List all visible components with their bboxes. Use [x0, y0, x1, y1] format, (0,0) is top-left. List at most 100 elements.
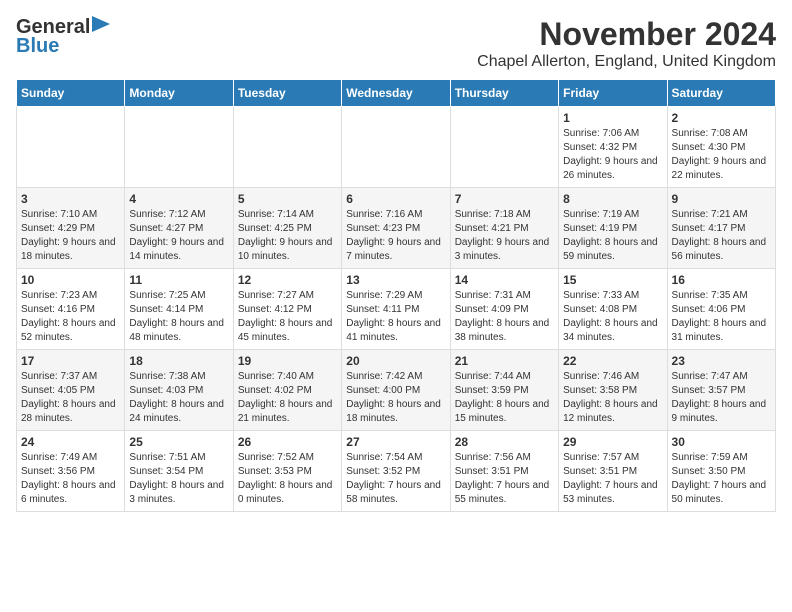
day-info: Sunrise: 7:12 AM Sunset: 4:27 PM Dayligh…: [129, 208, 228, 264]
calendar-header-row: SundayMondayTuesdayWednesdayThursdayFrid…: [17, 80, 776, 107]
calendar-cell: 16 Sunrise: 7:35 AM Sunset: 4:06 PM Dayli…: [667, 269, 775, 350]
calendar-cell: 1 Sunrise: 7:06 AM Sunset: 4:32 PM Daylig…: [559, 107, 667, 188]
day-info: Sunrise: 7:23 AM Sunset: 4:16 PM Dayligh…: [21, 289, 120, 345]
calendar-cell: 10 Sunrise: 7:23 AM Sunset: 4:16 PM Dayli…: [17, 269, 125, 350]
day-info: Sunrise: 7:54 AM Sunset: 3:52 PM Dayligh…: [346, 451, 445, 507]
day-info: Sunrise: 7:46 AM Sunset: 3:58 PM Dayligh…: [563, 370, 662, 426]
day-number: 7: [455, 192, 554, 206]
day-number: 25: [129, 435, 228, 449]
calendar-cell: 22 Sunrise: 7:46 AM Sunset: 3:58 PM Dayli…: [559, 350, 667, 431]
calendar-cell: 19 Sunrise: 7:40 AM Sunset: 4:02 PM Dayli…: [233, 350, 341, 431]
calendar-cell: 3 Sunrise: 7:10 AM Sunset: 4:29 PM Daylig…: [17, 188, 125, 269]
day-number: 30: [672, 435, 771, 449]
calendar-week-row: 1 Sunrise: 7:06 AM Sunset: 4:32 PM Daylig…: [17, 107, 776, 188]
day-info: Sunrise: 7:51 AM Sunset: 3:54 PM Dayligh…: [129, 451, 228, 507]
day-info: Sunrise: 7:42 AM Sunset: 4:00 PM Dayligh…: [346, 370, 445, 426]
day-number: 12: [238, 273, 337, 287]
day-info: Sunrise: 7:59 AM Sunset: 3:50 PM Dayligh…: [672, 451, 771, 507]
calendar-cell: 8Sunrise: 7:19 AM Sunset: 4:19 PM Daylig…: [559, 188, 667, 269]
calendar-cell: [125, 107, 233, 188]
day-info: Sunrise: 7:52 AM Sunset: 3:53 PM Dayligh…: [238, 451, 337, 507]
page-header: General Blue November 2024 Chapel Allert…: [16, 16, 776, 71]
day-number: 18: [129, 354, 228, 368]
day-info: Sunrise: 7:44 AM Sunset: 3:59 PM Dayligh…: [455, 370, 554, 426]
calendar-header-sunday: Sunday: [17, 80, 125, 107]
calendar-cell: 2Sunrise: 7:08 AM Sunset: 4:30 PM Daylig…: [667, 107, 775, 188]
calendar-cell: 4 Sunrise: 7:12 AM Sunset: 4:27 PM Daylig…: [125, 188, 233, 269]
day-info: Sunrise: 7:29 AM Sunset: 4:11 PM Dayligh…: [346, 289, 445, 345]
day-number: 24: [21, 435, 120, 449]
day-number: 22: [563, 354, 662, 368]
calendar-cell: 23 Sunrise: 7:47 AM Sunset: 3:57 PM Dayli…: [667, 350, 775, 431]
day-info: Sunrise: 7:56 AM Sunset: 3:51 PM Dayligh…: [455, 451, 554, 507]
calendar-cell: 30 Sunrise: 7:59 AM Sunset: 3:50 PM Dayli…: [667, 431, 775, 512]
day-info: Sunrise: 7:21 AM Sunset: 4:17 PM Dayligh…: [672, 208, 771, 264]
day-number: 2: [672, 111, 771, 125]
day-number: 19: [238, 354, 337, 368]
day-info: Sunrise: 7:27 AM Sunset: 4:12 PM Dayligh…: [238, 289, 337, 345]
day-info: Sunrise: 7:06 AM Sunset: 4:32 PM Dayligh…: [563, 127, 662, 183]
day-number: 5: [238, 192, 337, 206]
day-number: 16: [672, 273, 771, 287]
calendar-week-row: 3 Sunrise: 7:10 AM Sunset: 4:29 PM Daylig…: [17, 188, 776, 269]
day-number: 1: [563, 111, 662, 125]
day-number: 13: [346, 273, 445, 287]
calendar-table: SundayMondayTuesdayWednesdayThursdayFrid…: [16, 79, 776, 512]
logo: General Blue: [16, 16, 112, 58]
calendar-header-saturday: Saturday: [667, 80, 775, 107]
calendar-cell: 26Sunrise: 7:52 AM Sunset: 3:53 PM Dayli…: [233, 431, 341, 512]
day-number: 6: [346, 192, 445, 206]
day-info: Sunrise: 7:10 AM Sunset: 4:29 PM Dayligh…: [21, 208, 120, 264]
calendar-cell: 25 Sunrise: 7:51 AM Sunset: 3:54 PM Dayli…: [125, 431, 233, 512]
day-info: Sunrise: 7:35 AM Sunset: 4:06 PM Dayligh…: [672, 289, 771, 345]
day-number: 10: [21, 273, 120, 287]
day-number: 11: [129, 273, 228, 287]
day-info: Sunrise: 7:37 AM Sunset: 4:05 PM Dayligh…: [21, 370, 120, 426]
day-number: 9: [672, 192, 771, 206]
calendar-cell: 5Sunrise: 7:14 AM Sunset: 4:25 PM Daylig…: [233, 188, 341, 269]
day-info: Sunrise: 7:38 AM Sunset: 4:03 PM Dayligh…: [129, 370, 228, 426]
month-title: November 2024: [477, 16, 776, 53]
calendar-cell: 27Sunrise: 7:54 AM Sunset: 3:52 PM Dayli…: [342, 431, 450, 512]
calendar-header-friday: Friday: [559, 80, 667, 107]
calendar-week-row: 17 Sunrise: 7:37 AM Sunset: 4:05 PM Dayli…: [17, 350, 776, 431]
day-number: 4: [129, 192, 228, 206]
day-info: Sunrise: 7:47 AM Sunset: 3:57 PM Dayligh…: [672, 370, 771, 426]
day-number: 28: [455, 435, 554, 449]
day-info: Sunrise: 7:31 AM Sunset: 4:09 PM Dayligh…: [455, 289, 554, 345]
location: Chapel Allerton, England, United Kingdom: [477, 53, 776, 71]
day-info: Sunrise: 7:40 AM Sunset: 4:02 PM Dayligh…: [238, 370, 337, 426]
calendar-cell: 20Sunrise: 7:42 AM Sunset: 4:00 PM Dayli…: [342, 350, 450, 431]
calendar-header-monday: Monday: [125, 80, 233, 107]
calendar-header-tuesday: Tuesday: [233, 80, 341, 107]
day-info: Sunrise: 7:57 AM Sunset: 3:51 PM Dayligh…: [563, 451, 662, 507]
calendar-cell: [342, 107, 450, 188]
calendar-cell: 21 Sunrise: 7:44 AM Sunset: 3:59 PM Dayli…: [450, 350, 558, 431]
logo-blue-text: Blue: [16, 35, 59, 58]
calendar-week-row: 24 Sunrise: 7:49 AM Sunset: 3:56 PM Dayli…: [17, 431, 776, 512]
day-number: 23: [672, 354, 771, 368]
calendar-cell: 28 Sunrise: 7:56 AM Sunset: 3:51 PM Dayli…: [450, 431, 558, 512]
calendar-cell: 7Sunrise: 7:18 AM Sunset: 4:21 PM Daylig…: [450, 188, 558, 269]
calendar-header-thursday: Thursday: [450, 80, 558, 107]
day-number: 21: [455, 354, 554, 368]
day-info: Sunrise: 7:19 AM Sunset: 4:19 PM Dayligh…: [563, 208, 662, 264]
calendar-cell: 29 Sunrise: 7:57 AM Sunset: 3:51 PM Dayli…: [559, 431, 667, 512]
day-info: Sunrise: 7:33 AM Sunset: 4:08 PM Dayligh…: [563, 289, 662, 345]
day-info: Sunrise: 7:49 AM Sunset: 3:56 PM Dayligh…: [21, 451, 120, 507]
calendar-cell: 12 Sunrise: 7:27 AM Sunset: 4:12 PM Dayli…: [233, 269, 341, 350]
calendar-cell: 11 Sunrise: 7:25 AM Sunset: 4:14 PM Dayli…: [125, 269, 233, 350]
day-number: 29: [563, 435, 662, 449]
day-number: 15: [563, 273, 662, 287]
day-info: Sunrise: 7:25 AM Sunset: 4:14 PM Dayligh…: [129, 289, 228, 345]
logo-triangle-icon: [92, 16, 112, 36]
calendar-cell: [17, 107, 125, 188]
calendar-cell: [233, 107, 341, 188]
day-number: 17: [21, 354, 120, 368]
day-number: 3: [21, 192, 120, 206]
calendar-cell: 18 Sunrise: 7:38 AM Sunset: 4:03 PM Dayli…: [125, 350, 233, 431]
calendar-cell: 9 Sunrise: 7:21 AM Sunset: 4:17 PM Daylig…: [667, 188, 775, 269]
calendar-cell: [450, 107, 558, 188]
calendar-cell: 6Sunrise: 7:16 AM Sunset: 4:23 PM Daylig…: [342, 188, 450, 269]
calendar-week-row: 10 Sunrise: 7:23 AM Sunset: 4:16 PM Dayli…: [17, 269, 776, 350]
